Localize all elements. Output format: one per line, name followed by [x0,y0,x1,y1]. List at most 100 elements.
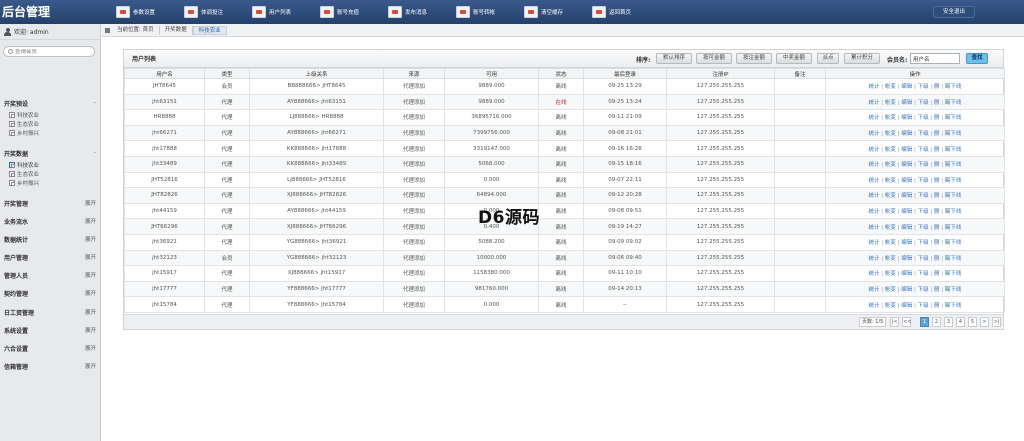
row-action-link[interactable]: 帐变 [885,100,896,106]
sidebar-section-toggle[interactable]: - [94,100,96,106]
sort-points-button[interactable]: 累计积分 [844,53,880,64]
sidebar-subitem[interactable]: 生态农业 [9,120,39,128]
row-action-link[interactable]: 踢下线 [945,240,962,246]
top-nav-item[interactable]: 账号转帐 [452,0,520,24]
row-action-link[interactable]: 编辑 [901,256,912,262]
top-nav-item[interactable]: 发布消息 [384,0,452,24]
row-action-link[interactable]: 踢下线 [945,209,962,215]
username-input[interactable] [910,53,960,64]
row-action-link[interactable]: 统计 [869,240,880,246]
row-action-link[interactable]: 踢下线 [945,303,962,309]
row-action-link[interactable]: 下级 [918,162,929,168]
page-button[interactable]: << [902,317,911,327]
sidebar-subitem[interactable]: 科技农业 [9,111,39,119]
sort-default-button[interactable]: 默认排序 [656,53,692,64]
top-nav-item[interactable]: 用户列表 [248,0,316,24]
sidebar-section[interactable]: 系统设置 展开 [0,323,100,337]
row-action-link[interactable]: 编辑 [901,147,912,153]
row-action-link[interactable]: 统计 [869,147,880,153]
row-action-link[interactable]: 下级 [918,225,929,231]
row-action-link[interactable]: 编辑 [901,115,912,121]
sidebar-subitem[interactable]: 乡村振兴 [9,179,39,187]
row-action-link[interactable]: 编辑 [901,162,912,168]
top-nav-item[interactable]: 参数设置 [112,0,180,24]
row-action-link[interactable]: 踢下线 [945,162,962,168]
row-action-link[interactable]: 下级 [918,84,929,90]
sidebar-section[interactable]: 用户管理 展开 [0,250,100,264]
row-action-link[interactable]: 下级 [918,303,929,309]
sidebar-subitem[interactable]: 生态农业 [9,170,39,178]
row-action-link[interactable]: 统计 [869,162,880,168]
row-action-link[interactable]: 帐变 [885,147,896,153]
sidebar-subitem[interactable]: 科技农业 [9,161,39,169]
row-action-link[interactable]: 统计 [869,100,880,106]
sidebar-section-toggle[interactable]: 展开 [85,217,96,225]
sidebar-section[interactable]: 业务流水 展开 [0,214,100,228]
row-action-link[interactable]: 统计 [869,225,880,231]
row-action-link[interactable]: 统计 [869,178,880,184]
row-action-link[interactable]: 帐变 [885,209,896,215]
sidebar-section[interactable]: 开奖数据 - [0,146,100,160]
sidebar-section[interactable]: 开奖管理 展开 [0,196,100,210]
row-action-link[interactable]: 统计 [869,209,880,215]
page-button[interactable]: 2 [932,317,941,327]
page-button[interactable]: >| [992,317,1001,327]
breadcrumb-item[interactable]: 开奖数据 [160,25,193,35]
row-action-link[interactable]: 帐变 [885,115,896,121]
sort-bet-button[interactable]: 按注金额 [736,53,772,64]
row-action-link[interactable]: 编辑 [901,303,912,309]
sidebar-section[interactable]: 六合设置 展开 [0,341,100,355]
sidebar-section[interactable]: 管理人员 展开 [0,268,100,282]
row-action-link[interactable]: 帐变 [885,256,896,262]
page-button[interactable]: 1 [920,317,929,327]
row-action-link[interactable]: 踢下线 [945,131,962,137]
row-action-link[interactable]: 踢下线 [945,100,962,106]
row-action-link[interactable]: 踢下线 [945,178,962,184]
sidebar-section-toggle[interactable]: 展开 [85,326,96,334]
row-action-link[interactable]: 帐变 [885,131,896,137]
row-action-link[interactable]: 下级 [918,178,929,184]
row-action-link[interactable]: 下级 [918,271,929,277]
row-action-link[interactable]: 编辑 [901,193,912,199]
page-button[interactable]: |< [890,317,899,327]
row-action-link[interactable]: 统计 [869,131,880,137]
row-action-link[interactable]: 编辑 [901,131,912,137]
row-action-link[interactable]: 踢下线 [945,271,962,277]
row-action-link[interactable]: 踢下线 [945,225,962,231]
sort-balance-button[interactable]: 按可金额 [696,53,732,64]
page-button[interactable]: 5 [968,317,977,327]
row-action-link[interactable]: 帐变 [885,162,896,168]
row-action-link[interactable]: 编辑 [901,84,912,90]
top-nav-item[interactable]: 返回首页 [588,0,656,24]
row-action-link[interactable]: 下级 [918,193,929,199]
row-action-link[interactable]: 编辑 [901,271,912,277]
member-search-input[interactable] [15,48,90,55]
row-action-link[interactable]: 下级 [918,147,929,153]
sidebar-section-toggle[interactable]: 展开 [85,344,96,352]
sidebar-subitem[interactable]: 乡村振兴 [9,129,39,137]
row-action-link[interactable]: 编辑 [901,225,912,231]
row-action-link[interactable]: 下级 [918,115,929,121]
sidebar-section-toggle[interactable]: 展开 [85,289,96,297]
sidebar-section-toggle[interactable]: 展开 [85,362,96,370]
sidebar-section-toggle[interactable]: - [94,150,96,156]
row-action-link[interactable]: 统计 [869,84,880,90]
page-button[interactable]: 3 [944,317,953,327]
row-action-link[interactable]: 踢下线 [945,84,962,90]
row-action-link[interactable]: 下级 [918,256,929,262]
row-action-link[interactable]: 下级 [918,100,929,106]
row-action-link[interactable]: 下级 [918,240,929,246]
row-action-link[interactable]: 帐变 [885,303,896,309]
logout-button[interactable]: 安全退出 [933,6,975,18]
sidebar-section[interactable]: 信箱管理 展开 [0,359,100,373]
row-action-link[interactable]: 统计 [869,271,880,277]
member-search[interactable] [3,46,95,57]
sidebar-section-toggle[interactable]: 展开 [85,235,96,243]
page-button[interactable]: 4 [956,317,965,327]
breadcrumb-item[interactable]: 当前位置: 首页 [112,25,160,35]
row-action-link[interactable]: 编辑 [901,209,912,215]
row-action-link[interactable]: 下级 [918,287,929,293]
row-action-link[interactable]: 踢下线 [945,287,962,293]
sidebar-section[interactable]: 数据统计 展开 [0,232,100,246]
row-action-link[interactable]: 帐变 [885,225,896,231]
